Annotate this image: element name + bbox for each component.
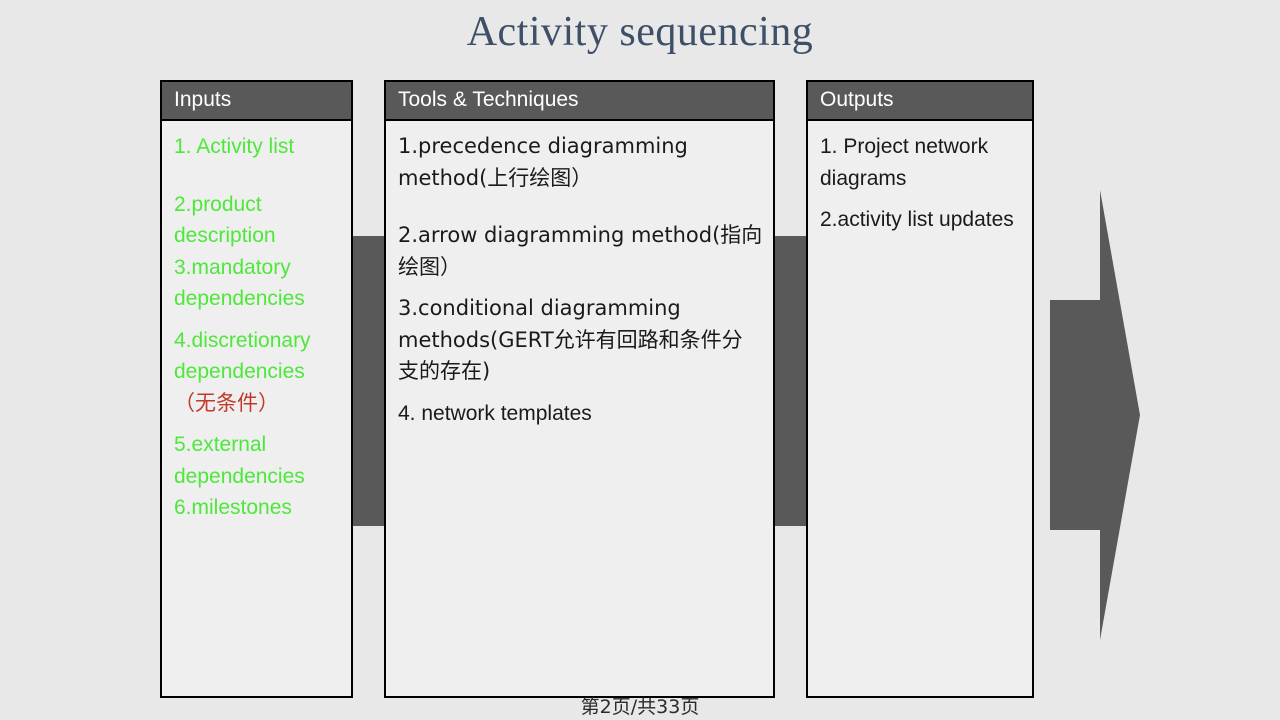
right-arrow-icon xyxy=(1050,190,1140,640)
panel-tools-header: Tools & Techniques xyxy=(386,82,773,122)
list-item-note: （无条件） xyxy=(174,390,279,415)
panel-outputs-header: Outputs xyxy=(808,82,1032,122)
arrow-graphic xyxy=(1040,180,1150,650)
panel-inputs-header: Inputs xyxy=(162,82,351,122)
panel-outputs-body: 1. Project network diagrams 2.activity l… xyxy=(808,121,1032,244)
slide-canvas: Activity sequencing Inputs 1. Activity l… xyxy=(0,0,1280,720)
list-item: 6.milestones xyxy=(174,496,292,520)
panel-inputs-body: 1. Activity list 2.product description 3… xyxy=(162,121,351,532)
page-title: Activity sequencing xyxy=(466,9,814,55)
panel-tools-techniques: Tools & Techniques 1.precedence diagramm… xyxy=(384,80,775,698)
list-item: 2.arrow diagramming method(指向绘图） xyxy=(398,223,763,279)
list-item: 3.conditional diagramming methods(GERT允许… xyxy=(398,296,743,384)
panel-inputs: Inputs 1. Activity list 2.product descri… xyxy=(160,80,353,698)
list-item: 1.precedence diagramming method(上行绘图） xyxy=(398,134,688,190)
panel-tools-body: 1.precedence diagramming method(上行绘图） 2.… xyxy=(386,121,773,437)
list-item: 3.mandatory dependencies xyxy=(174,255,305,311)
list-item: 2.product description xyxy=(174,192,276,248)
list-item: 1. Activity list xyxy=(174,135,295,159)
panel-outputs: Outputs 1. Project network diagrams 2.ac… xyxy=(806,80,1034,698)
page-footer: 第2页/共33页 xyxy=(580,696,700,718)
list-item: 2.activity list updates xyxy=(820,208,1014,232)
list-item: 4.discretionary dependencies xyxy=(174,328,311,384)
list-item: 5.external dependencies xyxy=(174,433,305,488)
list-item: 4. network templates xyxy=(398,401,592,425)
list-item: 1. Project network diagrams xyxy=(820,135,989,190)
